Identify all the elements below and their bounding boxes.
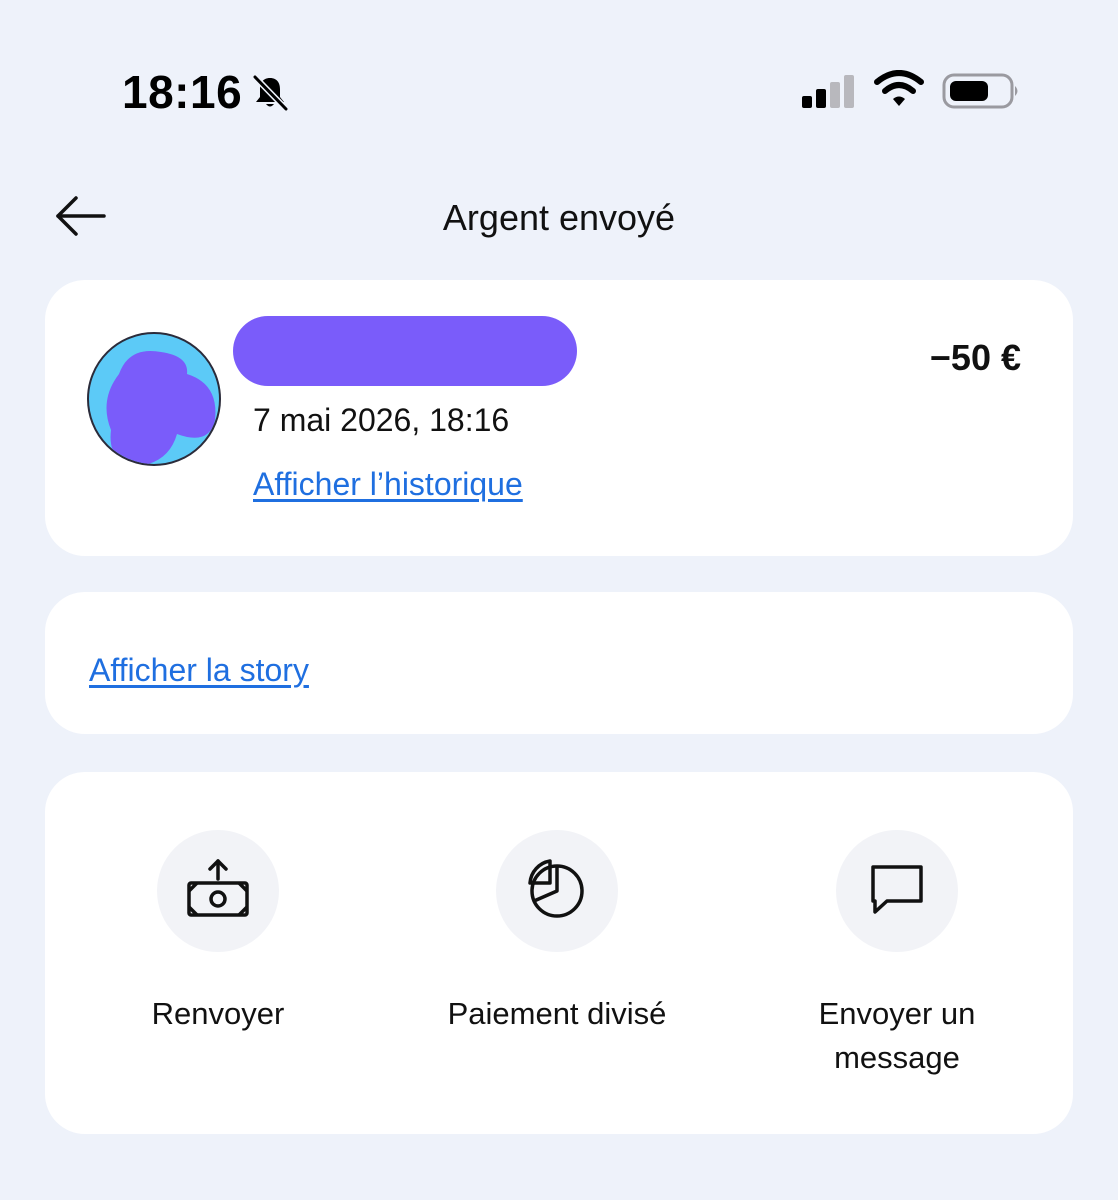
story-link[interactable]: Afficher la story [89, 650, 309, 690]
send-message-label: Envoyer un message [818, 996, 976, 1075]
page-title: Argent envoyé [442, 197, 676, 238]
battery-icon [942, 72, 1022, 110]
resend-icon-circle [157, 830, 279, 952]
status-time: 18:16 [122, 66, 243, 118]
wifi-icon [874, 70, 924, 108]
pie-chart-icon [527, 858, 587, 924]
actions-card: Renvoyer Paiement divisé Envoyer un mess… [45, 772, 1073, 1134]
send-message-button[interactable]: Envoyer un message [747, 830, 1047, 1080]
cellular-signal-icon [800, 74, 858, 108]
story-card: Afficher la story [45, 592, 1073, 734]
history-link[interactable]: Afficher l’historique [253, 464, 523, 504]
send-money-icon [185, 857, 251, 926]
transaction-amount: −50 € [929, 337, 1021, 378]
chat-bubble-icon [867, 861, 927, 922]
transaction-card: 7 mai 2026, 18:16 Afficher l’historique … [45, 280, 1073, 556]
resend-label: Renvoyer [151, 996, 285, 1031]
recipient-name-redacted [233, 316, 577, 386]
resend-button[interactable]: Renvoyer [68, 830, 368, 1036]
status-bar: 18:16 [0, 0, 1118, 180]
transaction-date: 7 mai 2026, 18:16 [253, 402, 510, 438]
bell-off-icon [250, 72, 290, 112]
split-payment-button[interactable]: Paiement divisé [407, 830, 707, 1036]
send-message-icon-circle [836, 830, 958, 952]
avatar [87, 332, 221, 466]
split-payment-icon-circle [496, 830, 618, 952]
split-payment-label: Paiement divisé [447, 996, 667, 1031]
